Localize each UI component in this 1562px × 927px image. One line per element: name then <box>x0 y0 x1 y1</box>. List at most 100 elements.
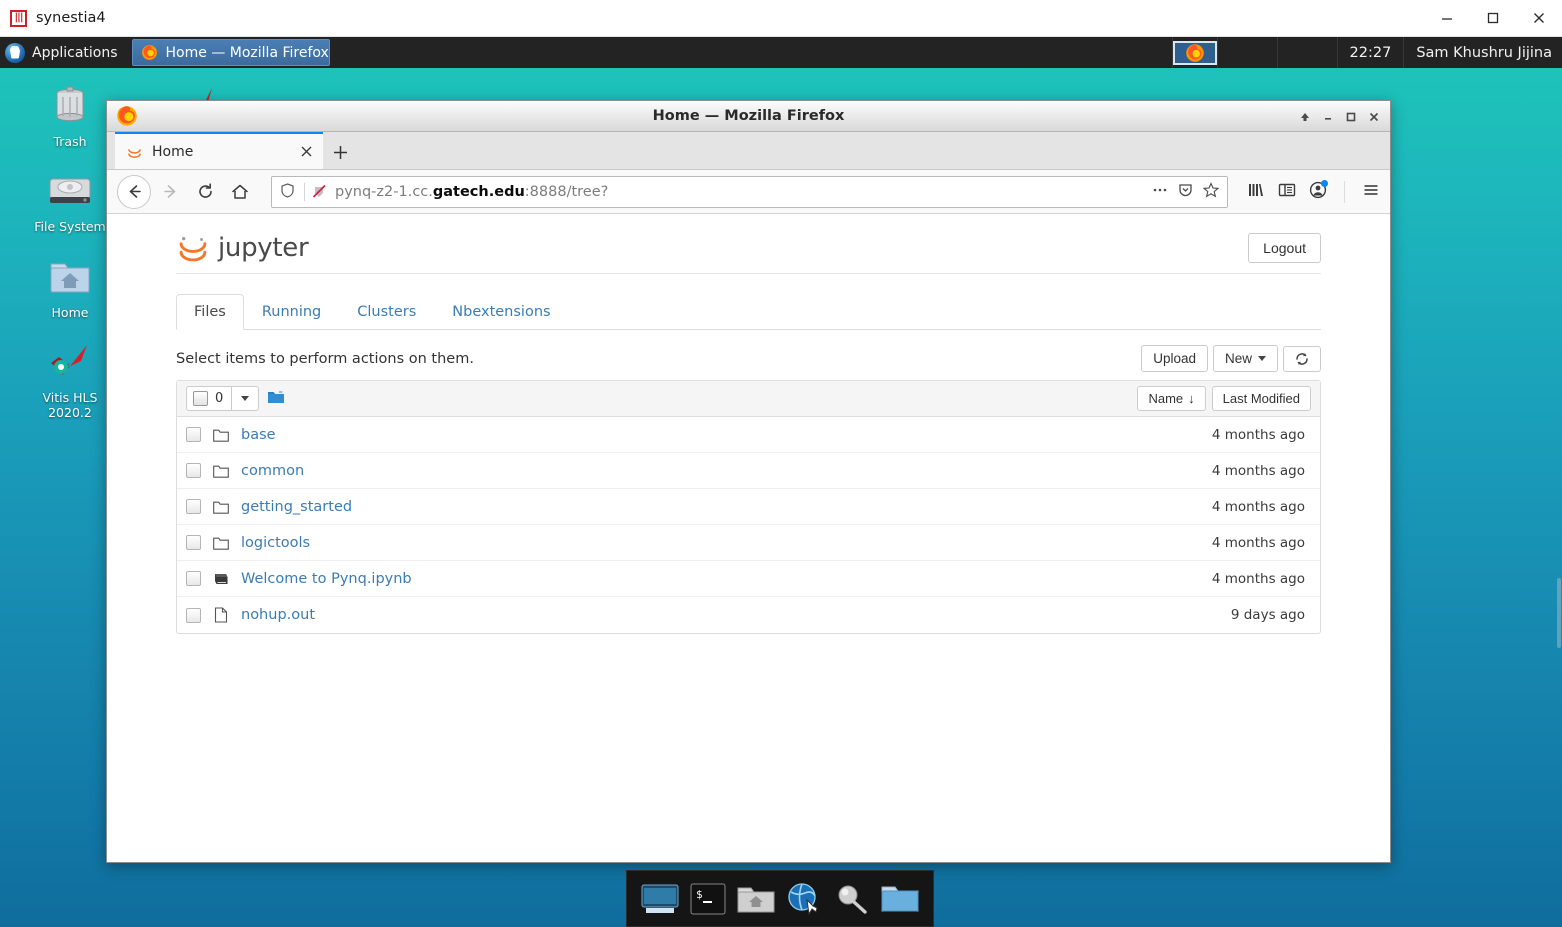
row-checkbox[interactable] <box>186 535 201 550</box>
panel-username[interactable]: Sam Khushru Jijina <box>1403 37 1562 68</box>
row-checkbox[interactable] <box>186 607 201 623</box>
desktop-icon-label: Vitis HLS 2020.2 <box>42 390 98 420</box>
show-desktop-icon[interactable] <box>638 877 682 921</box>
desktop-icon-trash[interactable]: Trash <box>22 82 118 149</box>
url-suffix: :8888/tree? <box>524 183 609 200</box>
desktop-icon-vitis-hls[interactable]: Vitis HLS 2020.2 <box>22 338 118 420</box>
tab-files[interactable]: Files <box>176 294 244 330</box>
firefox-tray-icon[interactable] <box>1172 40 1217 65</box>
desktop-icon-label: Trash <box>53 134 87 149</box>
panel-clock[interactable]: 22:27 <box>1336 37 1404 68</box>
star-icon[interactable] <box>1202 181 1220 202</box>
reload-button[interactable] <box>189 176 221 208</box>
web-browser-icon[interactable] <box>782 877 826 921</box>
tracking-protection-disabled-icon[interactable] <box>312 184 328 200</box>
browser-tab-title: Home <box>152 143 194 160</box>
row-checkbox[interactable] <box>186 427 201 442</box>
file-list: 0 Name ↓ Last Modified base 4 months ago… <box>176 380 1321 634</box>
panel-right-area: 22:27 Sam Khushru Jijina <box>1171 37 1562 68</box>
select-all-group[interactable]: 0 <box>186 386 260 411</box>
file-modified-time: 4 months ago <box>1211 462 1305 479</box>
tab-running[interactable]: Running <box>244 294 339 330</box>
blue-folder-icon[interactable] <box>267 389 285 409</box>
table-row[interactable]: Welcome to Pynq.ipynb 4 months ago <box>177 561 1320 597</box>
file-name-link[interactable]: nohup.out <box>241 607 315 623</box>
jupyter-page: jupyter Logout Files Running Clusters Nb… <box>176 214 1321 634</box>
jupyter-logo-text: jupyter <box>218 232 309 263</box>
url-text[interactable]: pynq-z2-1.cc.gatech.edu:8888/tree? <box>335 184 1145 200</box>
desktop-icon-label: Home <box>51 304 89 320</box>
select-all-checkbox[interactable] <box>193 391 208 406</box>
outer-window-title-group: ||| synestia4 <box>0 9 106 27</box>
select-all-checkbox-wrap[interactable]: 0 <box>187 387 233 410</box>
url-bar[interactable]: pynq-z2-1.cc.gatech.edu:8888/tree? <box>271 175 1228 208</box>
new-tab-button[interactable] <box>323 135 357 169</box>
home-folder-icon[interactable] <box>734 877 778 921</box>
file-name-link[interactable]: common <box>241 463 304 479</box>
account-icon[interactable] <box>1309 179 1328 203</box>
shade-button[interactable] <box>1294 106 1315 127</box>
firefox-toolbar-icons <box>1237 179 1380 203</box>
vitis-hls-icon <box>46 338 94 386</box>
row-checkbox[interactable] <box>186 499 201 514</box>
back-button[interactable] <box>117 174 151 209</box>
maximize-button[interactable] <box>1470 0 1516 37</box>
upload-button[interactable]: Upload <box>1141 345 1208 372</box>
row-checkbox[interactable] <box>186 463 201 478</box>
file-name-link[interactable]: base <box>241 427 276 443</box>
file-modified-time: 4 months ago <box>1211 570 1305 587</box>
file-name-link[interactable]: getting_started <box>241 499 352 515</box>
browser-tab-home[interactable]: Home <box>115 132 323 169</box>
sort-by-modified-button[interactable]: Last Modified <box>1211 386 1311 411</box>
close-icon[interactable] <box>297 143 315 161</box>
sort-by-name-button[interactable]: Name ↓ <box>1137 386 1206 411</box>
selection-hint-text: Select items to perform actions on them. <box>176 350 474 367</box>
logout-button[interactable]: Logout <box>1248 232 1321 263</box>
firefox-icon <box>1185 43 1204 62</box>
minimize-button[interactable] <box>1317 106 1338 127</box>
file-list-toolbar: 0 Name ↓ Last Modified <box>177 381 1320 417</box>
hamburger-menu-icon[interactable] <box>1362 181 1380 203</box>
desktop-icon-file-system[interactable]: File System <box>22 167 118 234</box>
table-row[interactable]: base 4 months ago <box>177 417 1320 453</box>
taskbar-item-firefox[interactable]: Home — Mozilla Firefox <box>131 39 330 66</box>
file-manager-icon[interactable] <box>878 877 922 921</box>
jupyter-logo[interactable]: jupyter <box>176 231 309 265</box>
shield-icon[interactable] <box>280 183 297 200</box>
tab-clusters[interactable]: Clusters <box>339 294 434 330</box>
tab-nbextensions[interactable]: Nbextensions <box>434 294 568 330</box>
new-button[interactable]: New <box>1212 345 1278 372</box>
close-button[interactable] <box>1363 106 1384 127</box>
close-button[interactable] <box>1516 0 1562 37</box>
search-icon[interactable] <box>830 877 874 921</box>
firefox-titlebar: Home — Mozilla Firefox <box>107 101 1390 132</box>
table-row[interactable]: nohup.out 9 days ago <box>177 597 1320 633</box>
desktop-scrollbar[interactable] <box>1556 68 1562 927</box>
outer-window-title: synestia4 <box>36 10 106 26</box>
table-row[interactable]: common 4 months ago <box>177 453 1320 489</box>
desktop-icon-home[interactable]: Home <box>22 253 118 320</box>
select-dropdown-button[interactable] <box>232 387 258 410</box>
synestia-icon: ||| <box>10 9 27 27</box>
pocket-icon[interactable] <box>1178 182 1193 201</box>
browser-content-area: jupyter Logout Files Running Clusters Nb… <box>107 214 1390 862</box>
file-name-link[interactable]: logictools <box>241 535 310 551</box>
library-icon[interactable] <box>1247 181 1265 203</box>
row-checkbox[interactable] <box>186 571 201 586</box>
applications-menu-button[interactable]: Applications <box>0 37 128 68</box>
sidebar-icon[interactable] <box>1278 181 1296 203</box>
scrollbar-thumb[interactable] <box>1557 578 1561 648</box>
terminal-icon[interactable]: $ <box>686 877 730 921</box>
table-row[interactable]: logictools 4 months ago <box>177 525 1320 561</box>
ellipsis-icon[interactable] <box>1152 182 1168 202</box>
forward-button[interactable] <box>154 176 186 208</box>
file-name-link[interactable]: Welcome to Pynq.ipynb <box>241 571 412 587</box>
outer-window-controls <box>1424 0 1562 36</box>
outer-window-titlebar: ||| synestia4 <box>0 0 1562 37</box>
home-button[interactable] <box>224 176 256 208</box>
vitis-label-line1: Vitis HLS <box>42 390 98 406</box>
table-row[interactable]: getting_started 4 months ago <box>177 489 1320 525</box>
minimize-button[interactable] <box>1424 0 1470 37</box>
refresh-button[interactable] <box>1283 345 1321 372</box>
maximize-button[interactable] <box>1340 106 1361 127</box>
